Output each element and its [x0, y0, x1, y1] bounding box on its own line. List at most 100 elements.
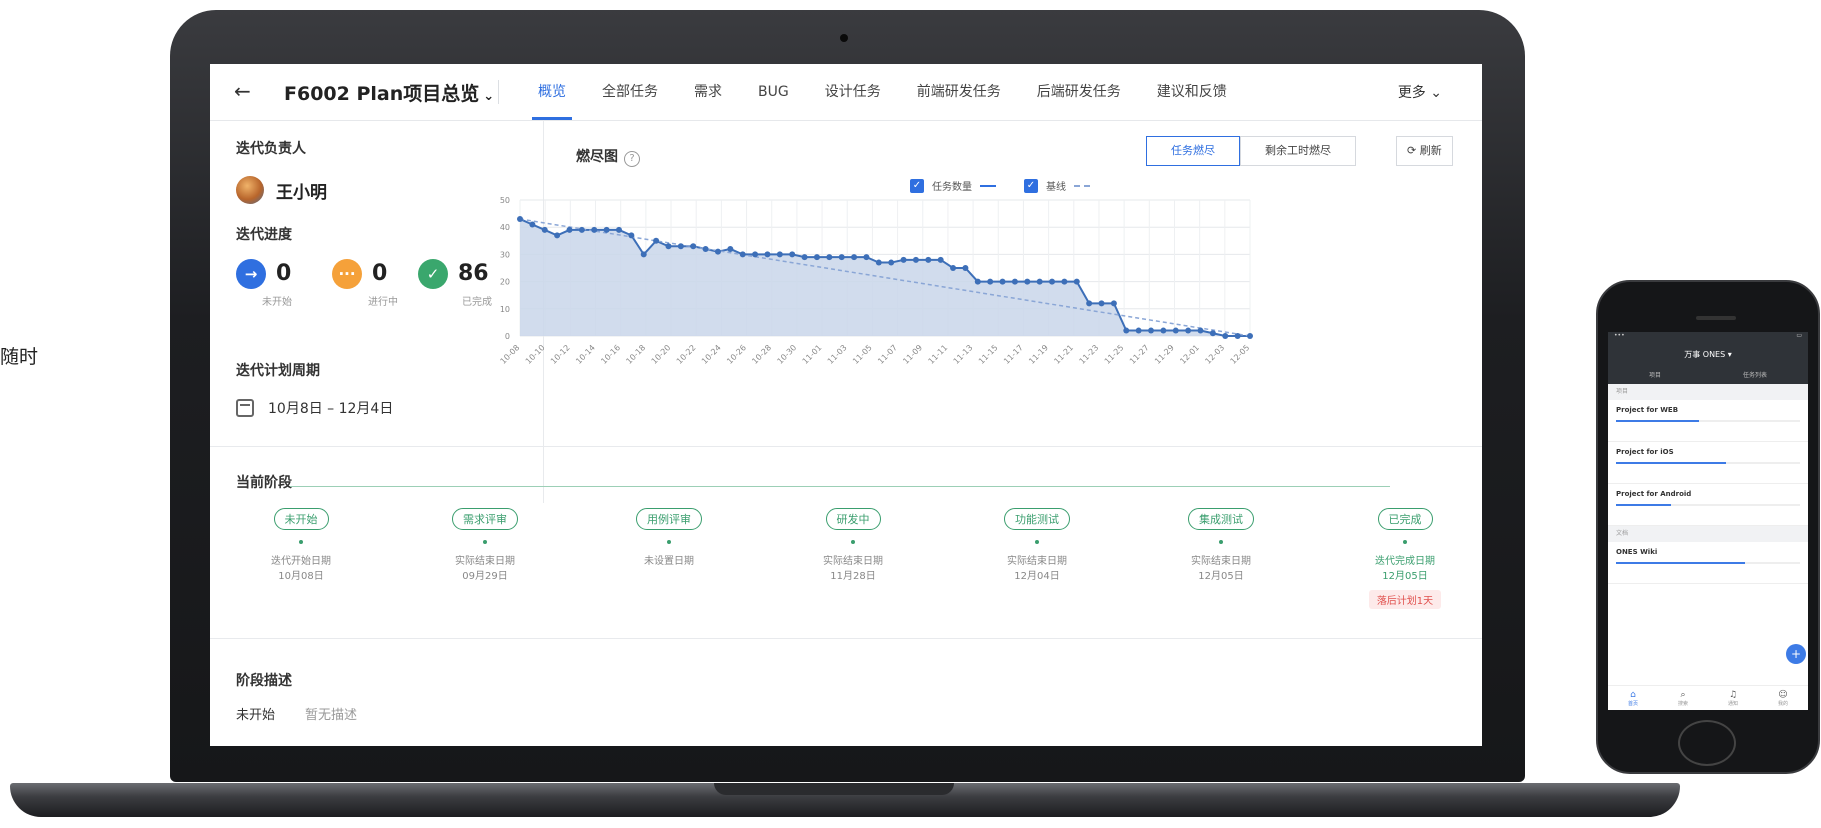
camera-dot — [840, 34, 848, 42]
phone-project-item[interactable]: Project for WEB — [1608, 400, 1808, 442]
data-point — [1024, 278, 1031, 285]
stage-date-label: 迭代完成日期 — [1375, 556, 1435, 567]
stage-pill[interactable]: 已完成 — [1377, 508, 1433, 530]
stage-date: 12月05日 — [1198, 571, 1244, 582]
phone-project-item[interactable]: Project for iOS — [1608, 442, 1808, 484]
description-title: 阶段描述 — [236, 673, 292, 689]
x-tick-label: 11-27 — [1128, 343, 1151, 366]
data-point — [1222, 333, 1229, 339]
data-point — [1086, 300, 1093, 307]
data-point — [950, 265, 957, 271]
stage-date: 09月29日 — [462, 571, 508, 582]
data-point — [554, 232, 561, 239]
data-point — [974, 278, 981, 285]
data-point — [1098, 300, 1105, 307]
stage-title: 当前阶段 — [236, 475, 292, 491]
phone-tabbar-item[interactable]: ☺ 我的 — [1778, 690, 1788, 707]
tabbar-label: 通知 — [1727, 700, 1738, 707]
stage-pill[interactable]: 集成测试 — [1188, 508, 1254, 530]
phone-tab-tasks[interactable]: 任务列表 — [1743, 368, 1767, 384]
data-point — [1123, 327, 1130, 334]
phone-project-list: Project for WEB Project for iOS Project fo… — [1608, 400, 1808, 526]
x-tick-label: 10-20 — [650, 343, 673, 366]
data-point — [1073, 278, 1080, 285]
stage-item: 已完成 迭代完成日期 12月05日 落后计划1天 — [1340, 508, 1470, 609]
data-point — [1036, 278, 1043, 285]
x-tick-label: 10-28 — [750, 343, 773, 366]
phone-status-bar: ••• ▭ — [1608, 332, 1808, 342]
stage-pill[interactable]: 研发中 — [825, 508, 881, 530]
data-point — [1197, 327, 1204, 334]
x-tick-label: 10-10 — [524, 343, 547, 366]
stage-pill[interactable]: 未开始 — [273, 508, 329, 530]
data-point — [875, 259, 882, 266]
wiki-progress — [1616, 562, 1800, 564]
phone-tabbar-item[interactable]: ⌕ 搜索 — [1678, 690, 1688, 707]
x-tick-label: 11-13 — [952, 343, 975, 366]
data-point — [813, 254, 820, 261]
phone-tabs: 项目 任务列表 — [1608, 368, 1808, 384]
phone-tabbar-item[interactable]: ♫ 通知 — [1728, 690, 1738, 707]
data-point — [541, 226, 548, 233]
phone-group-projects: 项目 — [1608, 384, 1808, 400]
stage-date-label: 实际结束日期 — [1007, 556, 1067, 567]
x-tick-label: 12-01 — [1178, 343, 1201, 366]
stage-date: 11月28日 — [830, 571, 876, 582]
description-row: 未开始 暂无描述 — [236, 704, 357, 723]
laptop-screen: ← F6002 Plan项目总览 ⌄ 概览 全部任务 需求 BUG 设计任务 前端研发任务后… — [210, 64, 1482, 746]
description-text: 暂无描述 — [305, 708, 358, 723]
data-point — [665, 243, 672, 250]
data-point — [1135, 327, 1142, 334]
phone-speaker — [1696, 316, 1736, 320]
tabbar-label: 我的 — [1777, 700, 1788, 707]
x-tick-label: 11-07 — [876, 343, 899, 366]
data-point — [838, 254, 845, 261]
data-point — [1110, 300, 1117, 307]
description-stage: 未开始 — [236, 708, 276, 723]
phone-screen: ••• ▭ 万事 ONES ▾ 项目 任务列表 项目 Project for WE… — [1608, 332, 1808, 710]
x-tick-label: 10-08 — [499, 343, 522, 366]
phone-tab-projects[interactable]: 项目 — [1649, 368, 1661, 384]
x-tick-label: 11-05 — [851, 343, 874, 366]
phone-wiki-item[interactable]: ONES Wiki — [1608, 542, 1808, 584]
stage-pill[interactable]: 功能测试 — [1004, 508, 1070, 530]
stage-item: 需求评审 实际结束日期 09月29日 — [420, 508, 550, 584]
x-tick-label: 11-15 — [977, 343, 1000, 366]
phone-project-name: Project for Android — [1616, 490, 1692, 498]
phone-project-item[interactable]: Project for Android — [1608, 484, 1808, 526]
data-point — [702, 245, 709, 252]
x-tick-label: 10-16 — [599, 343, 622, 366]
data-point — [1234, 333, 1241, 339]
data-point — [863, 254, 870, 261]
data-point — [851, 254, 858, 261]
wiki-name: ONES Wiki — [1616, 548, 1658, 556]
x-tick-label: 10-30 — [776, 343, 799, 366]
stage-dot — [1219, 540, 1223, 544]
x-tick-label: 10-12 — [549, 343, 572, 366]
x-tick-label: 11-17 — [1002, 343, 1025, 366]
stage-dot — [299, 540, 303, 544]
side-caption: 随时 — [0, 346, 39, 368]
data-point — [1160, 327, 1167, 334]
tabbar-icon: ⌂ — [1630, 689, 1636, 700]
stage-timeline — [290, 486, 1390, 487]
data-point — [962, 265, 969, 271]
add-button[interactable]: + — [1786, 644, 1806, 664]
stage-pill[interactable]: 用例评审 — [636, 508, 702, 530]
x-tick-label: 11-19 — [1027, 343, 1050, 366]
phone-tabbar-item[interactable]: ⌂ 首页 — [1628, 690, 1638, 707]
stage-pill[interactable]: 需求评审 — [452, 508, 518, 530]
x-tick-label: 11-29 — [1153, 343, 1176, 366]
stage-date-label: 未设置日期 — [644, 556, 694, 567]
phone-title-text: 万事 ONES — [1684, 350, 1726, 359]
x-tick-label: 11-23 — [1078, 343, 1101, 366]
y-tick-label: 30 — [500, 250, 510, 259]
data-point — [529, 221, 536, 228]
data-point — [1061, 278, 1068, 285]
phone-home-button — [1678, 720, 1736, 766]
data-point — [752, 251, 759, 258]
data-point — [615, 226, 622, 233]
phone-nav-title[interactable]: 万事 ONES ▾ — [1608, 342, 1808, 368]
stage-item: 功能测试 实际结束日期 12月04日 — [972, 508, 1102, 584]
tabbar-label: 搜索 — [1677, 700, 1688, 707]
